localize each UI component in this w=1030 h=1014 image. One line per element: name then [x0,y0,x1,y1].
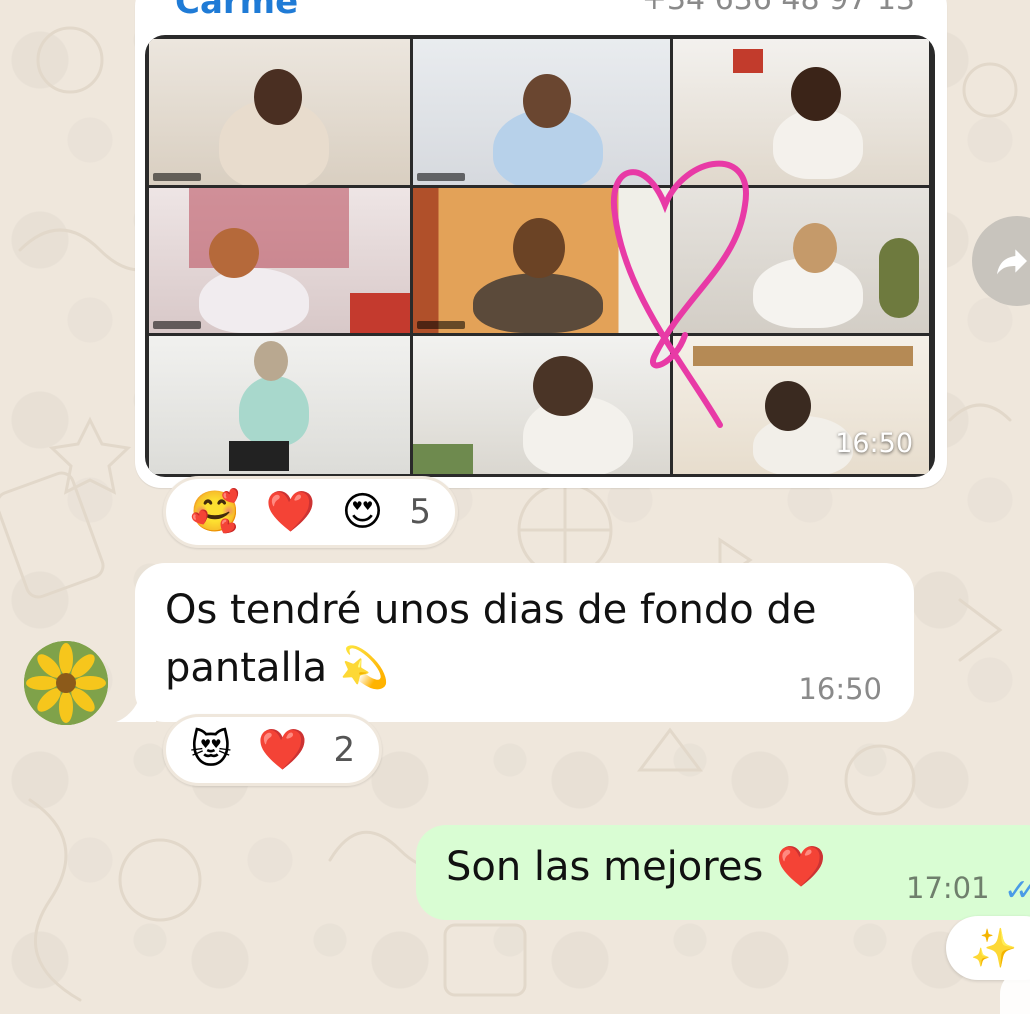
outgoing-message-bubble[interactable]: Son las mejores ❤️ 17:01 ✓✓ [416,825,1030,920]
message-text: Os tendré unos dias de fondo de pantalla… [165,587,817,691]
sender-name[interactable]: Carme [175,0,298,22]
reaction-count: 2 [333,730,356,770]
image-timestamp: 16:50 [835,428,913,459]
forward-arrow-icon [997,249,1027,275]
red-heart-emoji: ❤️ [265,489,316,535]
outgoing-message-text: Son las mejores ❤️ [446,844,826,890]
photo-tile [413,336,670,474]
text-message-bubble[interactable]: Os tendré unos dias de fondo de pantalla… [135,563,914,722]
image-message-bubble[interactable]: Carme +34 636 48 97 13 [135,0,947,488]
reaction-count: 5 [409,492,431,532]
photo-tile [673,39,929,185]
photo-tile [149,188,410,333]
photo-tile [673,188,929,333]
photo-tile [413,39,670,185]
red-heart-emoji: ❤️ [257,727,308,773]
photo-tile [149,39,410,185]
heart-eyes-emoji: 😍 [341,489,384,535]
video-call-photo[interactable]: 16:50 [145,35,935,477]
photo-tile [149,336,410,474]
photo-tile [413,188,670,333]
smiling-hearts-emoji: 🥰 [190,489,240,535]
read-ticks-icon: ✓✓ [1004,873,1030,908]
sparkles-icon: ✨ [970,925,1018,970]
outgoing-message-timestamp: 17:01 [906,871,990,905]
sender-avatar[interactable] [24,641,108,725]
text-reactions[interactable]: 😻 ❤️ 2 [163,714,383,786]
message-timestamp: 16:50 [798,672,882,706]
sender-phone: +34 636 48 97 13 [642,0,915,17]
photo-grid [149,39,931,474]
image-reactions[interactable]: 🥰 ❤️ 😍 5 [163,476,458,548]
heart-eyes-cat-emoji: 😻 [190,727,232,773]
